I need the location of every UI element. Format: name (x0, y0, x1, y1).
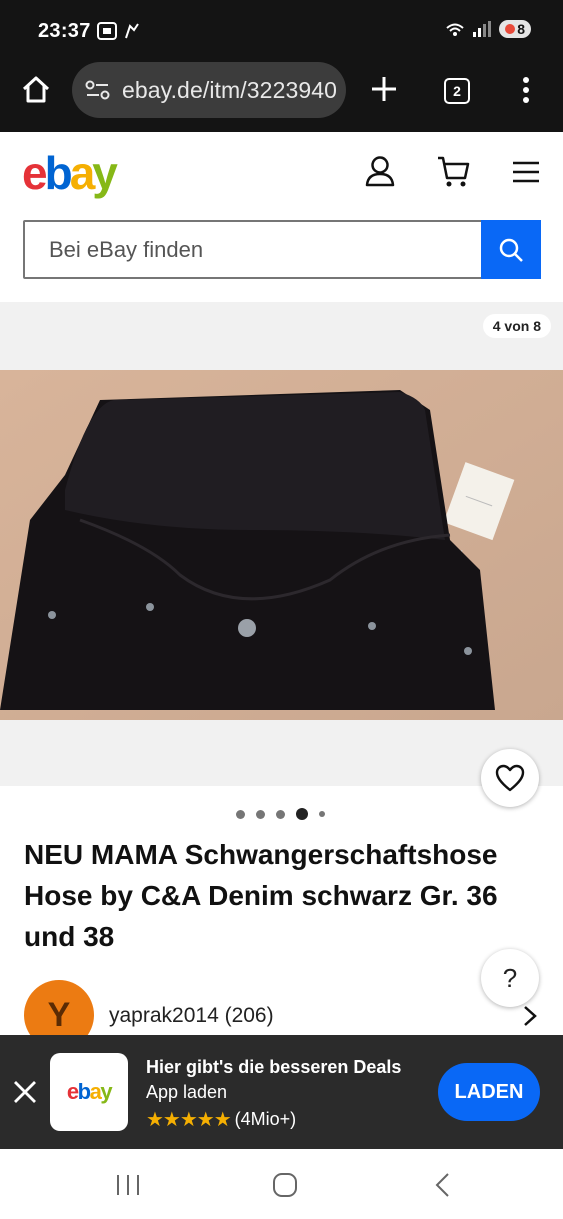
image-counter: 4 von 8 (482, 314, 551, 338)
ebay-logo[interactable]: ebay (22, 146, 118, 200)
status-right: 8 (445, 20, 531, 38)
url-bar[interactable]: ebay.de/itm/3223940 (72, 62, 346, 118)
account-icon[interactable] (363, 154, 397, 188)
carousel-dot[interactable] (236, 809, 245, 819)
search-icon (499, 238, 523, 262)
new-tab-icon[interactable] (369, 74, 399, 104)
battery-indicator: 8 (499, 20, 531, 38)
product-image[interactable] (0, 370, 563, 720)
recent-apps-icon[interactable] (115, 1173, 141, 1197)
site-header: ebay (0, 132, 563, 212)
tab-switcher-button[interactable]: 2 (444, 78, 470, 104)
search-button[interactable] (481, 220, 541, 279)
home-button-icon[interactable] (271, 1171, 299, 1199)
signal-icon (446, 21, 492, 37)
banner-headline: Hier gibt's die besseren Deals (146, 1057, 402, 1077)
install-app-button[interactable]: LADEN (438, 1063, 540, 1121)
system-nav-bar (0, 1149, 563, 1219)
navigation-icon (125, 23, 139, 39)
banner-subline: App laden (146, 1082, 228, 1102)
more-menu-icon[interactable] (518, 74, 534, 106)
cart-icon[interactable] (436, 154, 472, 190)
banner-rating: ★★★★★ (4Mio+) (146, 1107, 296, 1132)
search-input[interactable]: Bei eBay finden (49, 237, 203, 263)
carousel-indicator (236, 808, 325, 820)
watchlist-button[interactable] (481, 749, 539, 807)
carousel-dot[interactable] (276, 809, 285, 819)
logo-letter: a (89, 1079, 102, 1104)
logo-letter: e (66, 1079, 79, 1104)
seller-name[interactable]: yaprak2014 (206) (109, 1004, 274, 1028)
carousel-dot-active[interactable] (296, 808, 308, 820)
chevron-right-icon[interactable] (522, 1004, 538, 1028)
heart-icon (495, 764, 525, 792)
image-gallery[interactable]: 4 von 8 (0, 302, 563, 786)
logo-letter: e (22, 147, 48, 199)
logo-letter: a (69, 147, 96, 199)
search-bar: Bei eBay finden (23, 220, 541, 279)
logo-letter: b (77, 1079, 91, 1104)
rating-stars: ★★★★★ (146, 1109, 232, 1131)
hamburger-menu-icon[interactable] (512, 160, 540, 184)
logo-letter: b (44, 147, 73, 199)
status-bar: 23:37 8 (0, 0, 563, 62)
home-icon[interactable] (20, 74, 52, 106)
status-icons (96, 20, 144, 47)
logo-letter: y (92, 147, 118, 199)
back-icon[interactable] (432, 1171, 452, 1199)
close-icon[interactable] (12, 1079, 38, 1105)
carousel-dot[interactable] (319, 811, 325, 817)
app-install-banner: ebay Hier gibt's die besseren Deals App … (0, 1035, 563, 1149)
battery-level: 8 (517, 21, 525, 37)
ebay-app-icon: ebay (50, 1053, 128, 1131)
product-photo (0, 370, 563, 720)
carousel-dot[interactable] (256, 809, 265, 819)
browser-toolbar: ebay.de/itm/3223940 2 (0, 62, 563, 132)
rating-count: (4Mio+) (234, 1109, 297, 1129)
seller-row[interactable]: Y yaprak2014 (206) (24, 980, 544, 1050)
logo-letter: y (100, 1079, 112, 1104)
screenshot-icon (97, 22, 139, 40)
listing-title: NEU MAMA Schwangerschaftshose Hose by C&… (24, 839, 498, 952)
url-text: ebay.de/itm/3223940 (122, 76, 338, 103)
site-settings-icon[interactable] (84, 78, 112, 102)
status-time: 23:37 (38, 20, 91, 42)
